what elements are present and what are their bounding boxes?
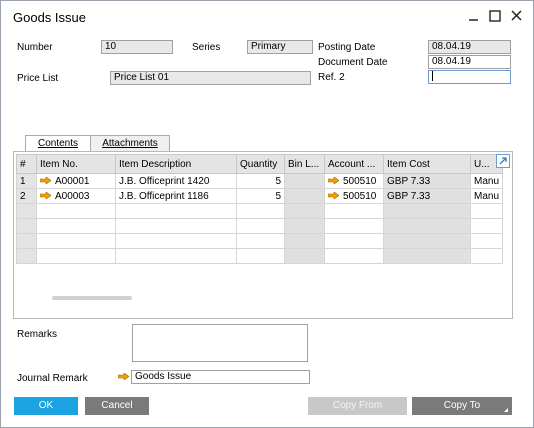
number-label: Number xyxy=(17,42,53,53)
item-description-cell[interactable]: J.B. Officeprint 1420 xyxy=(115,173,237,189)
table-row-empty[interactable] xyxy=(16,248,504,264)
item-cost-cell: GBP 7.33 xyxy=(383,173,471,189)
item-no-value: A00001 xyxy=(55,175,90,187)
column-header-rownum[interactable]: # xyxy=(16,154,37,174)
quantity-cell[interactable]: 5 xyxy=(236,173,285,189)
maximize-icon[interactable] xyxy=(487,8,503,24)
account-value: 500510 xyxy=(343,190,377,202)
price-list-field[interactable]: Price List 01 xyxy=(110,71,311,85)
item-cost-cell: GBP 7.33 xyxy=(383,188,471,204)
dropdown-corner-icon xyxy=(504,408,508,412)
ok-button[interactable]: OK xyxy=(14,397,78,415)
link-arrow-icon[interactable] xyxy=(40,177,51,185)
price-list-label: Price List xyxy=(17,73,59,84)
column-header-item-cost[interactable]: Item Cost xyxy=(383,154,471,174)
copy-from-button: Copy From xyxy=(308,397,407,415)
link-arrow-icon[interactable] xyxy=(118,373,129,380)
title-bar: Goods Issue xyxy=(1,1,533,33)
column-header-quantity[interactable]: Quantity xyxy=(236,154,285,174)
series-field[interactable]: Primary xyxy=(247,40,313,54)
remarks-field[interactable] xyxy=(132,324,308,362)
link-arrow-icon[interactable] xyxy=(328,177,339,185)
document-date-field[interactable]: 08.04.19 xyxy=(428,55,511,69)
table-row-empty[interactable] xyxy=(16,203,504,219)
tab-attachments[interactable]: Attachments xyxy=(90,135,170,152)
column-header-item-description[interactable]: Item Description xyxy=(115,154,237,174)
minimize-icon[interactable] xyxy=(466,8,482,24)
items-grid: # Item No. Item Description Quantity Bin… xyxy=(16,154,504,264)
table-row-empty[interactable] xyxy=(16,233,504,249)
link-arrow-icon[interactable] xyxy=(328,192,339,200)
journal-remark-label: Journal Remark xyxy=(17,373,88,384)
account-value: 500510 xyxy=(343,175,377,187)
table-row[interactable]: 2 A00003 J.B. Officeprint 1186 5 500510 … xyxy=(16,188,504,204)
posting-date-label: Posting Date xyxy=(318,42,376,53)
close-icon[interactable] xyxy=(509,8,525,24)
column-header-bin-location[interactable]: Bin L... xyxy=(284,154,325,174)
goods-issue-window: Goods Issue Number 10 Series Primary Pri… xyxy=(0,0,534,428)
item-no-cell[interactable]: A00001 xyxy=(36,173,116,189)
column-header-account[interactable]: Account ... xyxy=(324,154,384,174)
item-no-cell[interactable]: A00003 xyxy=(36,188,116,204)
remarks-label: Remarks xyxy=(17,329,58,340)
bin-location-cell[interactable] xyxy=(284,188,325,204)
tab-attachments-label: Attachments xyxy=(102,138,158,149)
item-no-value: A00003 xyxy=(55,190,90,202)
contents-panel: # Item No. Item Description Quantity Bin… xyxy=(13,151,513,319)
link-arrow-icon[interactable] xyxy=(40,192,51,200)
posting-date-field[interactable]: 08.04.19 xyxy=(428,40,511,54)
grid-header-row: # Item No. Item Description Quantity Bin… xyxy=(16,154,504,174)
quantity-cell[interactable]: 5 xyxy=(236,188,285,204)
ref2-field[interactable] xyxy=(428,70,511,84)
uom-cell[interactable]: Manu xyxy=(469,173,504,189)
tab-contents-label: Contents xyxy=(37,138,79,149)
account-cell[interactable]: 500510 xyxy=(324,188,384,204)
uom-cell[interactable]: Manu xyxy=(469,188,504,204)
expand-grid-icon[interactable] xyxy=(496,154,510,168)
row-number: 1 xyxy=(16,173,37,189)
series-label: Series xyxy=(192,42,221,53)
table-row-empty[interactable] xyxy=(16,218,504,234)
window-title: Goods Issue xyxy=(13,10,86,25)
column-header-item-no[interactable]: Item No. xyxy=(36,154,116,174)
ref2-label: Ref. 2 xyxy=(318,72,345,83)
journal-remark-field[interactable]: Goods Issue xyxy=(131,370,310,384)
copy-to-label: Copy To xyxy=(443,400,481,411)
table-row[interactable]: 1 A00001 J.B. Officeprint 1420 5 500510 … xyxy=(16,173,504,189)
copy-to-button[interactable]: Copy To xyxy=(412,397,512,415)
account-cell[interactable]: 500510 xyxy=(324,173,384,189)
number-field[interactable]: 10 xyxy=(101,40,173,54)
text-caret xyxy=(432,71,433,82)
row-number: 2 xyxy=(16,188,37,204)
item-description-cell[interactable]: J.B. Officeprint 1186 xyxy=(115,188,237,204)
document-date-label: Document Date xyxy=(318,57,388,68)
horizontal-scrollbar[interactable] xyxy=(52,296,132,300)
cancel-button[interactable]: Cancel xyxy=(85,397,149,415)
bin-location-cell[interactable] xyxy=(284,173,325,189)
